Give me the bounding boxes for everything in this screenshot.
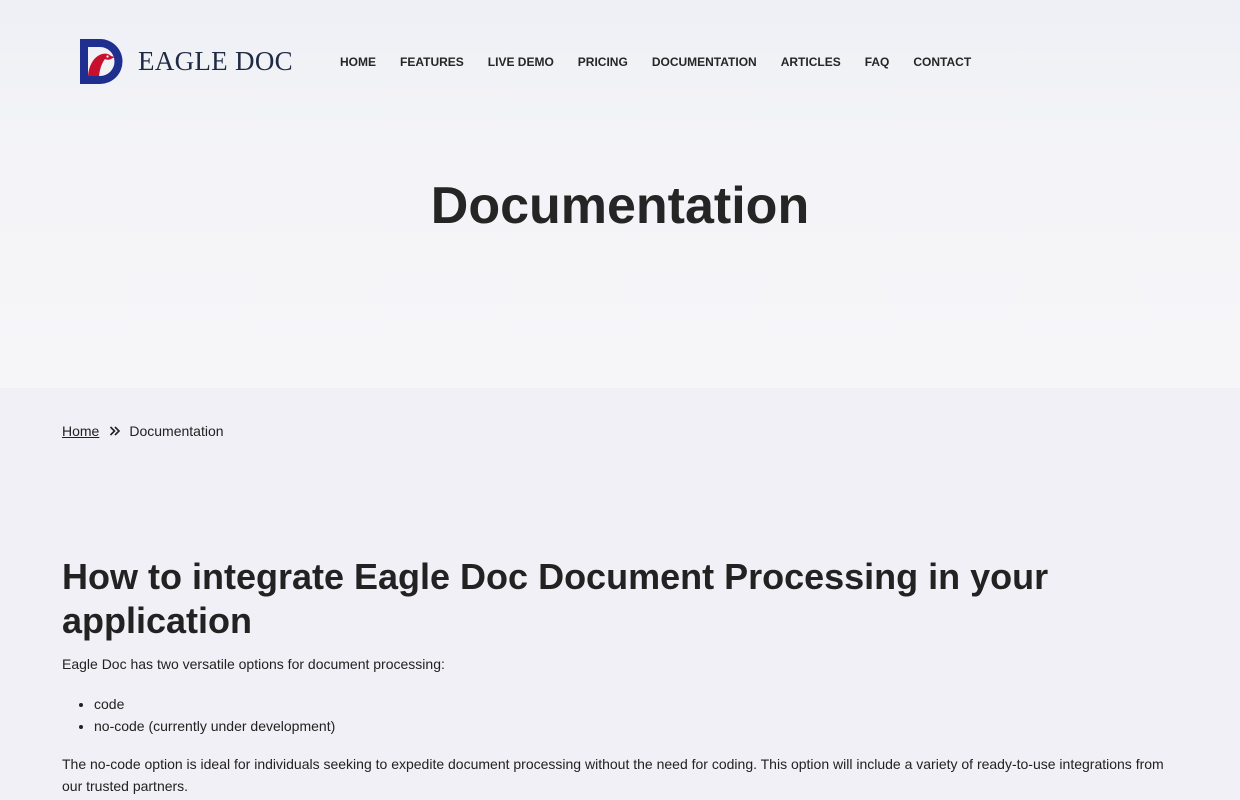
article-intro: Eagle Doc has two versatile options for … xyxy=(62,656,445,672)
no-code-paragraph: The no-code option is ideal for individu… xyxy=(62,756,1164,794)
nav-faq[interactable]: FAQ xyxy=(865,55,890,69)
list-item: no-code (currently under development) xyxy=(94,715,1178,737)
breadcrumb-home-link[interactable]: Home xyxy=(62,423,99,439)
breadcrumb-current: Documentation xyxy=(129,423,224,439)
nav-features[interactable]: FEATURES xyxy=(400,55,464,69)
nav-documentation[interactable]: DOCUMENTATION xyxy=(652,55,757,69)
nav-home[interactable]: HOME xyxy=(340,55,376,69)
nav-articles[interactable]: ARTICLES xyxy=(781,55,841,69)
double-chevron-right-icon xyxy=(110,426,121,436)
main-nav: HOME FEATURES LIVE DEMO PRICING DOCUMENT… xyxy=(340,55,971,69)
nav-live-demo[interactable]: LIVE DEMO xyxy=(488,55,554,69)
page-title: Documentation xyxy=(430,177,810,235)
site-header: EAGLE DOC HOME FEATURES LIVE DEMO PRICIN… xyxy=(0,0,1240,124)
logo-link[interactable]: EAGLE DOC xyxy=(80,39,293,84)
list-item: code xyxy=(94,693,1178,715)
eagle-doc-logo-icon xyxy=(80,39,123,84)
options-list: code no-code (currently under developmen… xyxy=(62,693,1178,737)
nav-pricing[interactable]: PRICING xyxy=(578,55,628,69)
article-title: How to integrate Eagle Doc Document Proc… xyxy=(62,556,1049,641)
breadcrumb: Home Documentation xyxy=(62,388,1178,439)
logo-text: EAGLE DOC xyxy=(138,46,293,76)
hero-section: EAGLE DOC HOME FEATURES LIVE DEMO PRICIN… xyxy=(0,0,1240,388)
main-content: Home Documentation How to integrate Eagl… xyxy=(0,388,1240,797)
nav-contact[interactable]: CONTACT xyxy=(913,55,971,69)
